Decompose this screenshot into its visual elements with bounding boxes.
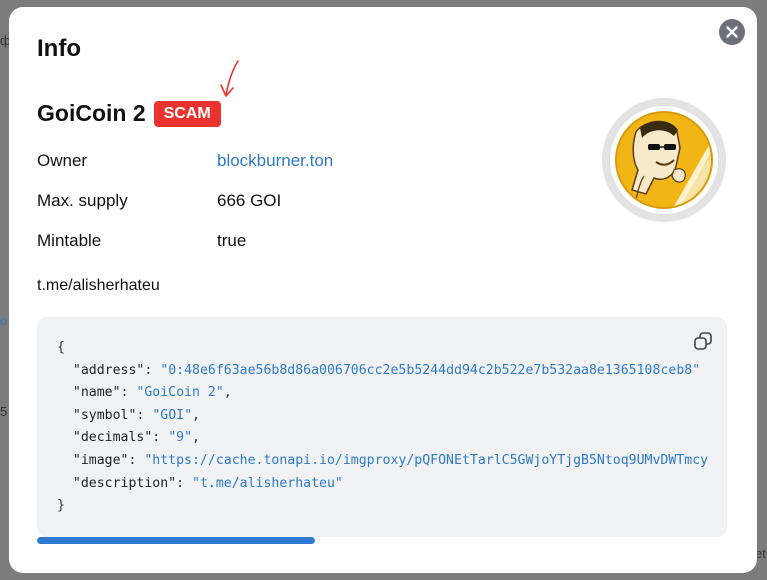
- json-key: "decimals": [72, 430, 153, 446]
- json-key: "address": [72, 362, 145, 378]
- json-value: "GOI": [152, 407, 193, 423]
- horizontal-scrollbar-thumb[interactable]: [37, 537, 315, 544]
- close-button[interactable]: [719, 19, 745, 45]
- json-content: { "address": "0:48e6f63ae56b8d86a006706c…: [57, 340, 709, 514]
- json-code-block: { "address": "0:48e6f63ae56b8d86a006706c…: [37, 317, 727, 537]
- json-value: "t.me/alisherhateu": [192, 475, 343, 491]
- mintable-value: true: [217, 231, 247, 250]
- json-key: "description": [72, 475, 177, 491]
- bg-text-fragment: o: [0, 313, 8, 328]
- info-modal: Info GoiCoin 2 SCAM Owner blockburner.to…: [9, 7, 757, 573]
- json-value: "9": [168, 430, 193, 446]
- owner-label: Owner: [37, 151, 88, 170]
- owner-link[interactable]: blockburner.ton: [217, 151, 333, 171]
- mintable-label: Mintable: [37, 231, 102, 250]
- token-avatar-image: [615, 111, 713, 209]
- json-value: "https://cache.tonapi.io/imgproxy/pQFONE…: [144, 452, 709, 468]
- close-icon: [726, 26, 738, 38]
- bg-text-fragment: 5: [0, 404, 8, 419]
- json-key: "symbol": [72, 407, 137, 423]
- token-name: GoiCoin 2: [37, 100, 146, 126]
- json-close-brace: }: [57, 498, 65, 514]
- json-key: "name": [72, 385, 121, 401]
- json-value: "0:48e6f63ae56b8d86a006706cc2e5b5244dd94…: [160, 362, 701, 378]
- scam-badge: SCAM: [153, 100, 221, 127]
- max-supply-value: 666 GOI: [217, 191, 282, 210]
- json-value: "GoiCoin 2": [136, 385, 224, 401]
- token-avatar: [602, 98, 726, 222]
- json-key: "image": [72, 452, 129, 468]
- token-description: t.me/alisherhateu: [37, 277, 160, 294]
- modal-title: Info: [37, 35, 81, 62]
- token-name-row: GoiCoin 2 SCAM: [37, 100, 221, 127]
- max-supply-label: Max. supply: [37, 191, 128, 210]
- json-open-brace: {: [57, 340, 65, 355]
- annotation-arrow: [220, 60, 239, 97]
